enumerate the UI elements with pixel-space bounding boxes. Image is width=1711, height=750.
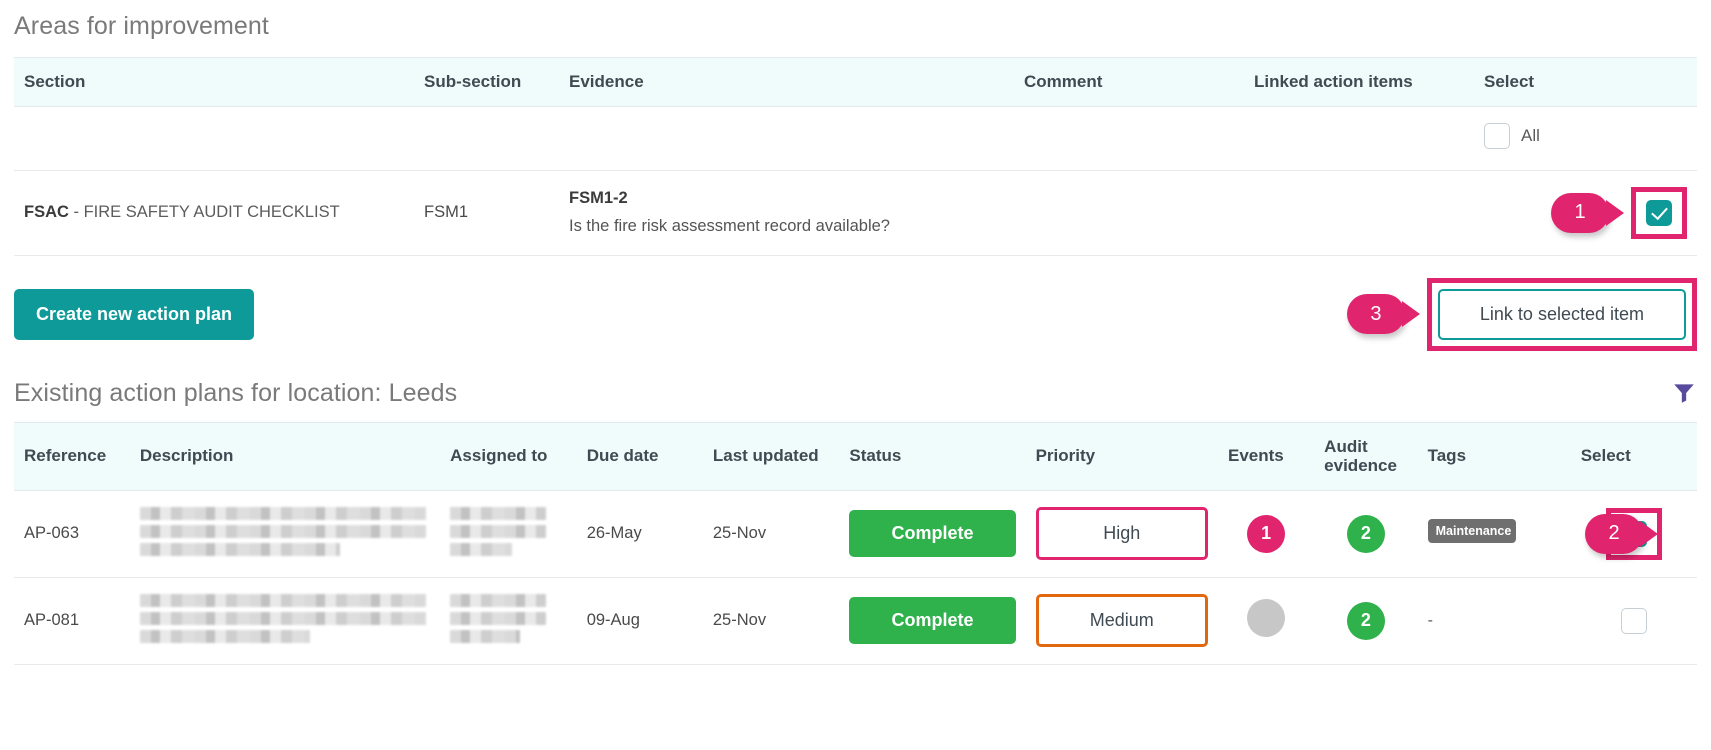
- tag-empty: -: [1427, 612, 1433, 630]
- column-header-select: Select: [1474, 57, 1697, 107]
- annotation-group-1: 1: [1551, 186, 1687, 239]
- column-header-audit-evidence: Audit evidence: [1314, 421, 1418, 491]
- annotation-pin-2: 2: [1585, 513, 1643, 554]
- cell-select: 2: [1570, 490, 1697, 578]
- cell-events: [1217, 577, 1315, 665]
- column-header-priority: Priority: [1025, 421, 1218, 491]
- cell-status: Complete: [839, 490, 1026, 578]
- cell-due-date: 26-May: [576, 490, 703, 578]
- empty-cell: [414, 106, 559, 171]
- column-header-section: Section: [14, 57, 414, 107]
- cell-tags: Maintenance: [1417, 490, 1571, 578]
- existing-title: Existing action plans for location: Leed…: [14, 378, 458, 407]
- table-row: AP-063 26-May 25-Nov Complete High 1 2 M…: [14, 490, 1697, 578]
- select-wrap: [1611, 600, 1657, 642]
- action-buttons-row: Create new action plan 3 Link to selecte…: [14, 256, 1697, 365]
- table-row: FSAC - FIRE SAFETY AUDIT CHECKLIST FSM1 …: [14, 170, 1697, 256]
- events-badge[interactable]: 1: [1247, 514, 1286, 553]
- annotation-pin-1: 1: [1551, 192, 1609, 233]
- column-header-last-updated: Last updated: [702, 421, 840, 491]
- redacted-assignee: [450, 593, 567, 643]
- column-header-evidence: Evidence: [559, 57, 1014, 107]
- cell-description: [129, 577, 441, 665]
- audit-evidence-badge[interactable]: 2: [1346, 601, 1385, 640]
- cell-assigned-to: [440, 577, 577, 665]
- empty-cell: [559, 106, 1014, 171]
- select-all-row: All: [14, 106, 1697, 171]
- cell-comment: [1014, 170, 1244, 256]
- cell-events: 1: [1217, 490, 1315, 578]
- redacted-description: [139, 506, 430, 556]
- empty-cell: [1014, 106, 1244, 171]
- column-header-assigned-to: Assigned to: [440, 421, 577, 491]
- cell-assigned-to: [440, 490, 577, 578]
- cell-description: [129, 490, 441, 578]
- cell-priority: High: [1025, 490, 1218, 578]
- column-header-events: Events: [1217, 421, 1315, 491]
- column-header-sub-section: Sub-section: [414, 57, 559, 107]
- create-new-action-plan-button[interactable]: Create new action plan: [14, 288, 255, 340]
- events-badge[interactable]: [1247, 599, 1286, 638]
- column-header-due-date: Due date: [576, 421, 703, 491]
- highlight-box-3: Link to selected item: [1426, 277, 1697, 351]
- column-header-comment: Comment: [1014, 57, 1244, 107]
- column-header-status: Status: [839, 421, 1026, 491]
- redacted-description: [139, 593, 430, 643]
- status-badge: Complete: [849, 597, 1016, 645]
- improvement-table: Section Sub-section Evidence Comment Lin…: [14, 57, 1697, 256]
- row-select-checkbox[interactable]: [1646, 199, 1672, 226]
- annotation-group-3: 3 Link to selected item: [1346, 277, 1697, 351]
- cell-last-updated: 25-Nov: [702, 490, 840, 578]
- cell-linked-action-items: [1244, 170, 1474, 256]
- section-name: - FIRE SAFETY AUDIT CHECKLIST: [73, 203, 340, 222]
- select-all-checkbox[interactable]: [1484, 122, 1510, 149]
- cell-tags: -: [1417, 577, 1571, 665]
- audit-evidence-badge[interactable]: 2: [1346, 514, 1385, 553]
- column-header-linked-action-items: Linked action items: [1244, 57, 1474, 107]
- annotation-pin-3: 3: [1346, 294, 1405, 335]
- highlight-box-1: [1631, 186, 1687, 239]
- page-root: Areas for improvement Section Sub-sectio…: [0, 0, 1711, 750]
- column-header-tags: Tags: [1417, 421, 1571, 491]
- cell-audit-evidence: 2: [1314, 577, 1418, 665]
- existing-action-plans-table: Reference Description Assigned to Due da…: [14, 421, 1697, 665]
- column-header-description: Description: [129, 421, 441, 491]
- section-code: FSAC: [24, 203, 69, 222]
- cell-evidence: FSM1-2 Is the fire risk assessment recor…: [559, 170, 1014, 256]
- cell-section: FSAC - FIRE SAFETY AUDIT CHECKLIST: [14, 170, 414, 256]
- cell-reference: AP-081: [14, 577, 130, 665]
- column-header-reference: Reference: [14, 421, 130, 491]
- empty-cell: [14, 106, 414, 171]
- table-row: AP-081 09-Aug 25-Nov Complete Medium 2 -: [14, 577, 1697, 665]
- empty-cell: [1244, 106, 1474, 171]
- tag-chip: Maintenance: [1427, 519, 1516, 544]
- priority-badge: Medium: [1035, 594, 1208, 648]
- cell-audit-evidence: 2: [1314, 490, 1418, 578]
- cell-select: [1570, 577, 1697, 665]
- cell-select: 1: [1474, 170, 1697, 256]
- column-header-select: Select: [1570, 421, 1697, 491]
- existing-header-row: Reference Description Assigned to Due da…: [14, 421, 1697, 491]
- existing-header: Existing action plans for location: Leed…: [14, 365, 1697, 422]
- status-badge: Complete: [849, 510, 1016, 558]
- evidence-code: FSM1-2: [569, 189, 628, 208]
- filter-funnel-icon[interactable]: [1671, 380, 1697, 406]
- cell-sub-section: FSM1: [414, 170, 559, 256]
- select-all-control[interactable]: All: [1484, 122, 1540, 149]
- cell-due-date: 09-Aug: [576, 577, 703, 665]
- evidence-question: Is the fire risk assessment record avail…: [569, 217, 890, 236]
- select-all-label: All: [1521, 125, 1540, 145]
- row-select-checkbox[interactable]: [1620, 607, 1647, 634]
- cell-reference: AP-063: [14, 490, 130, 578]
- link-to-selected-item-button[interactable]: Link to selected item: [1437, 288, 1686, 340]
- page-title: Areas for improvement: [14, 12, 269, 40]
- priority-badge: High: [1035, 507, 1208, 561]
- cell-last-updated: 25-Nov: [702, 577, 840, 665]
- select-all-cell: All: [1474, 106, 1697, 171]
- improvement-header-row: Section Sub-section Evidence Comment Lin…: [14, 57, 1697, 107]
- cell-priority: Medium: [1025, 577, 1218, 665]
- cell-status: Complete: [839, 577, 1026, 665]
- redacted-assignee: [450, 506, 567, 556]
